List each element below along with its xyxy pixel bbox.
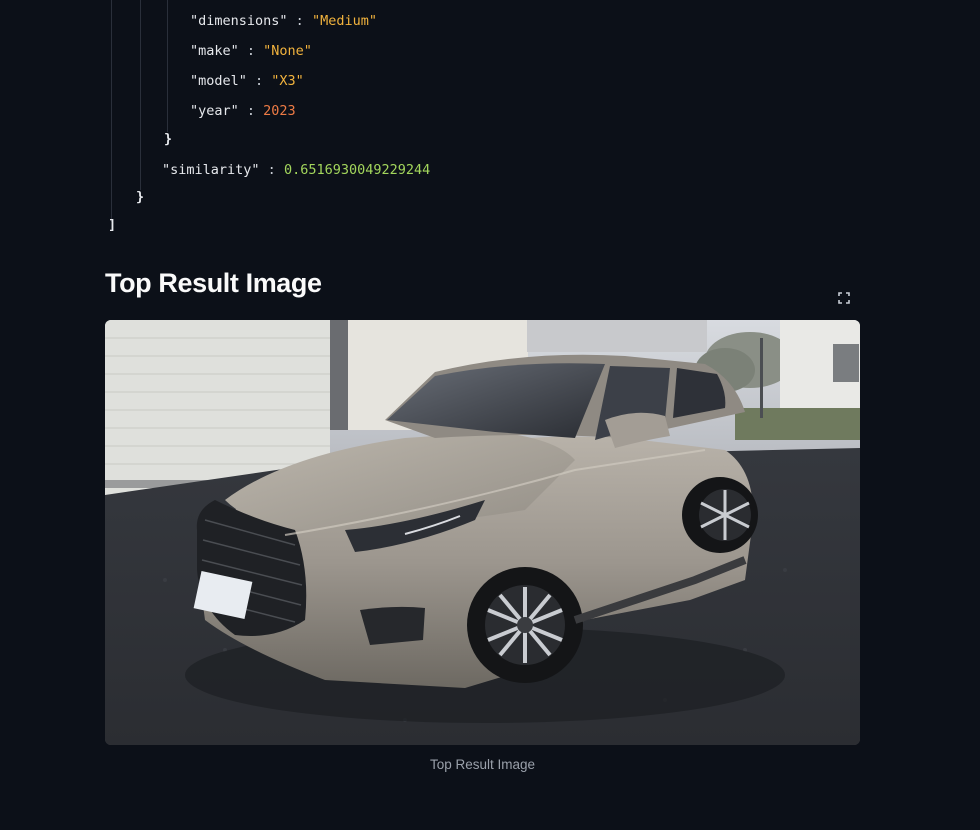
json-value: 0.6516930049229244 xyxy=(283,162,431,178)
indent-guide xyxy=(140,0,141,190)
fullscreen-button[interactable] xyxy=(834,288,854,308)
json-close-brace[interactable]: } xyxy=(136,188,144,206)
json-key: "model" xyxy=(190,73,247,89)
json-line-dimensions: "dimensions" : "Medium" xyxy=(190,12,377,30)
json-line-model: "model" : "X3" xyxy=(190,72,304,90)
app-page: "dimensions" : "Medium" "make" : "None" … xyxy=(0,0,980,830)
json-sep: : xyxy=(238,103,264,119)
indent-guide xyxy=(111,0,112,222)
json-sep: : xyxy=(287,13,312,29)
json-value: "None" xyxy=(263,43,312,59)
json-close-bracket[interactable]: ] xyxy=(108,216,116,234)
json-bracket: } xyxy=(136,189,145,205)
json-value: 2023 xyxy=(263,103,296,119)
json-value: "X3" xyxy=(271,73,304,89)
json-key: "year" xyxy=(190,103,239,119)
json-key: "similarity" xyxy=(162,162,260,178)
json-bracket: ] xyxy=(108,217,117,233)
json-line-make: "make" : "None" xyxy=(190,42,312,60)
section-title: Top Result Image xyxy=(105,268,322,298)
json-line-similarity: "similarity" : 0.6516930049229244 xyxy=(162,161,430,179)
fullscreen-icon xyxy=(838,292,850,304)
json-key: "dimensions" xyxy=(190,13,288,29)
car-photo xyxy=(105,320,860,745)
json-key: "make" xyxy=(190,43,239,59)
json-sep: : xyxy=(259,162,284,178)
json-close-brace[interactable]: } xyxy=(164,130,172,148)
json-sep: : xyxy=(246,73,272,89)
json-viewer: "dimensions" : "Medium" "make" : "None" … xyxy=(0,0,980,240)
json-line-year: "year" : 2023 xyxy=(190,102,296,120)
indent-guide xyxy=(167,0,168,132)
json-value: "Medium" xyxy=(311,13,377,29)
json-sep: : xyxy=(238,43,264,59)
json-bracket: } xyxy=(164,131,173,147)
result-image xyxy=(105,320,860,745)
image-caption: Top Result Image xyxy=(429,757,536,772)
